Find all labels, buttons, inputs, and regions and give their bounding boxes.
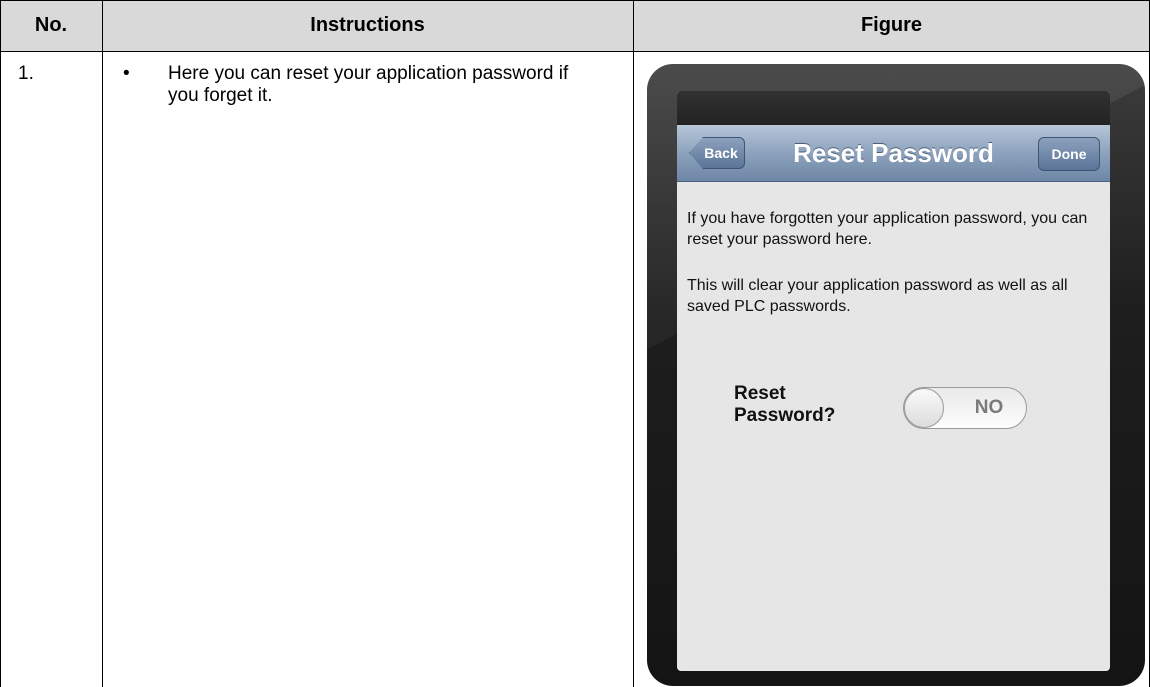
toggle-state-text: NO [974,397,1004,418]
info-paragraph-1: If you have forgotten your application p… [687,210,1088,248]
phone-screen: Reset Password Back Done If you have for… [677,91,1110,671]
navigation-bar: Reset Password Back Done [677,125,1110,182]
info-paragraph-2: This will clear your application passwor… [687,277,1068,315]
reset-password-toggle[interactable]: NO [903,387,1027,429]
header-divider [0,51,1150,52]
header-no: No. [0,0,102,51]
table-border-top [0,0,1150,1]
header-figure: Figure [633,0,1150,51]
bullet-marker: • [123,63,130,84]
status-bar [677,91,1110,125]
table-border-left [0,0,1,687]
toggle-knob[interactable] [904,388,944,428]
column-divider-1 [102,0,103,687]
column-divider-2 [633,0,634,687]
row-number: 1. [18,63,34,84]
header-instructions: Instructions [102,0,633,51]
instruction-text: Here you can reset your application pass… [168,63,569,106]
done-button[interactable]: Done [1038,137,1100,171]
reset-password-label: Reset Password? [734,383,836,426]
